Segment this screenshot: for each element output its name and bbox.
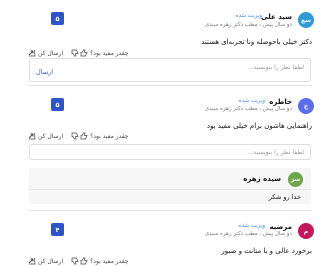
reply-input[interactable]: لطفا نظر را بنویسید... bbox=[248, 149, 304, 156]
avatar: خ bbox=[298, 98, 314, 114]
comment-meta: دو سال پیش ، مطب دکتر زهره سیدی bbox=[204, 106, 292, 112]
helpful-label: چقدر مفید بود؟ bbox=[90, 49, 129, 57]
comment-text: دکتر خیلی باحوصله ونا تجربه‌ای هستند bbox=[201, 38, 312, 46]
send-label: ارسال کن bbox=[38, 49, 64, 57]
visited-badge: ویزیت شده bbox=[238, 98, 265, 104]
reply-box: لطفا نظر را بنویسید... ارسال bbox=[29, 58, 311, 82]
visited-badge: ویزیت شده bbox=[235, 13, 262, 19]
avatar: سز bbox=[288, 172, 303, 187]
comment-text: برخورد عالی و با متانت و صبور bbox=[221, 247, 312, 255]
comment-meta: دو سال پیش ، مطب دکتر زهره سیدی bbox=[204, 231, 292, 237]
doctor-reply: سز سیده زهره خدا رو شکر bbox=[29, 168, 311, 204]
comment-card: سع سید علی ویزیت شده دو سال پیش ، مطب دک… bbox=[20, 0, 320, 84]
helpful-action: چقدر مفید بود؟ bbox=[71, 257, 129, 265]
thumbs-up-icon[interactable] bbox=[80, 132, 88, 140]
comment-actions: ارسال کن چقدر مفید بود؟ bbox=[28, 257, 129, 265]
helpful-label: چقدر مفید بود؟ bbox=[90, 257, 129, 265]
comment-actions: ارسال کن چقدر مفید بود؟ bbox=[28, 132, 129, 140]
comment-card: خ خاطره ویزیت شده دو سال پیش ، مطب دکتر … bbox=[20, 86, 320, 204]
helpful-label: چقدر مفید بود؟ bbox=[90, 132, 129, 140]
commenter-name: سید علی bbox=[261, 13, 292, 21]
comment-actions: ارسال کن چقدر مفید بود؟ bbox=[28, 49, 129, 57]
divider bbox=[29, 189, 311, 190]
reply-text: خدا رو شکر bbox=[268, 193, 301, 201]
reply-box: لطفا نظر را بنویسید... bbox=[29, 144, 311, 160]
share-icon bbox=[28, 257, 36, 265]
score-badge: ۵ bbox=[51, 98, 64, 111]
commenter-name: مرضیه bbox=[269, 223, 292, 231]
comment-text: راهنمایی هاشون برام خیلی مفید بود bbox=[206, 122, 312, 130]
send-action[interactable]: ارسال کن bbox=[28, 49, 63, 57]
visited-badge: ویزیت شده bbox=[238, 223, 265, 229]
reply-input[interactable]: لطفا نظر را بنویسید... bbox=[248, 64, 304, 71]
thumbs-down-icon[interactable] bbox=[71, 132, 79, 140]
reply-author: سیده زهره bbox=[243, 175, 281, 183]
score-badge: ۴ bbox=[51, 223, 64, 236]
thumbs-down-icon[interactable] bbox=[71, 49, 79, 57]
score-badge: ۵ bbox=[51, 12, 64, 25]
helpful-action: چقدر مفید بود؟ bbox=[71, 49, 129, 57]
share-icon bbox=[28, 132, 36, 140]
send-button[interactable]: ارسال bbox=[36, 68, 53, 76]
comment-card: م مرضیه ویزیت شده دو سال پیش ، مطب دکتر … bbox=[20, 211, 320, 266]
send-action[interactable]: ارسال کن bbox=[28, 132, 63, 140]
commenter-name: خاطره bbox=[269, 98, 292, 106]
thumbs-up-icon[interactable] bbox=[80, 49, 88, 57]
avatar: م bbox=[298, 223, 314, 239]
thumbs-down-icon[interactable] bbox=[71, 257, 79, 265]
share-icon bbox=[28, 49, 36, 57]
comment-meta: دو سال پیش ، مطب دکتر زهره سیدی bbox=[204, 22, 292, 28]
send-action[interactable]: ارسال کن bbox=[28, 257, 63, 265]
helpful-action: چقدر مفید بود؟ bbox=[71, 132, 129, 140]
avatar: سع bbox=[298, 12, 314, 28]
send-label: ارسال کن bbox=[38, 257, 64, 265]
thumbs-up-icon[interactable] bbox=[80, 257, 88, 265]
send-label: ارسال کن bbox=[38, 132, 64, 140]
